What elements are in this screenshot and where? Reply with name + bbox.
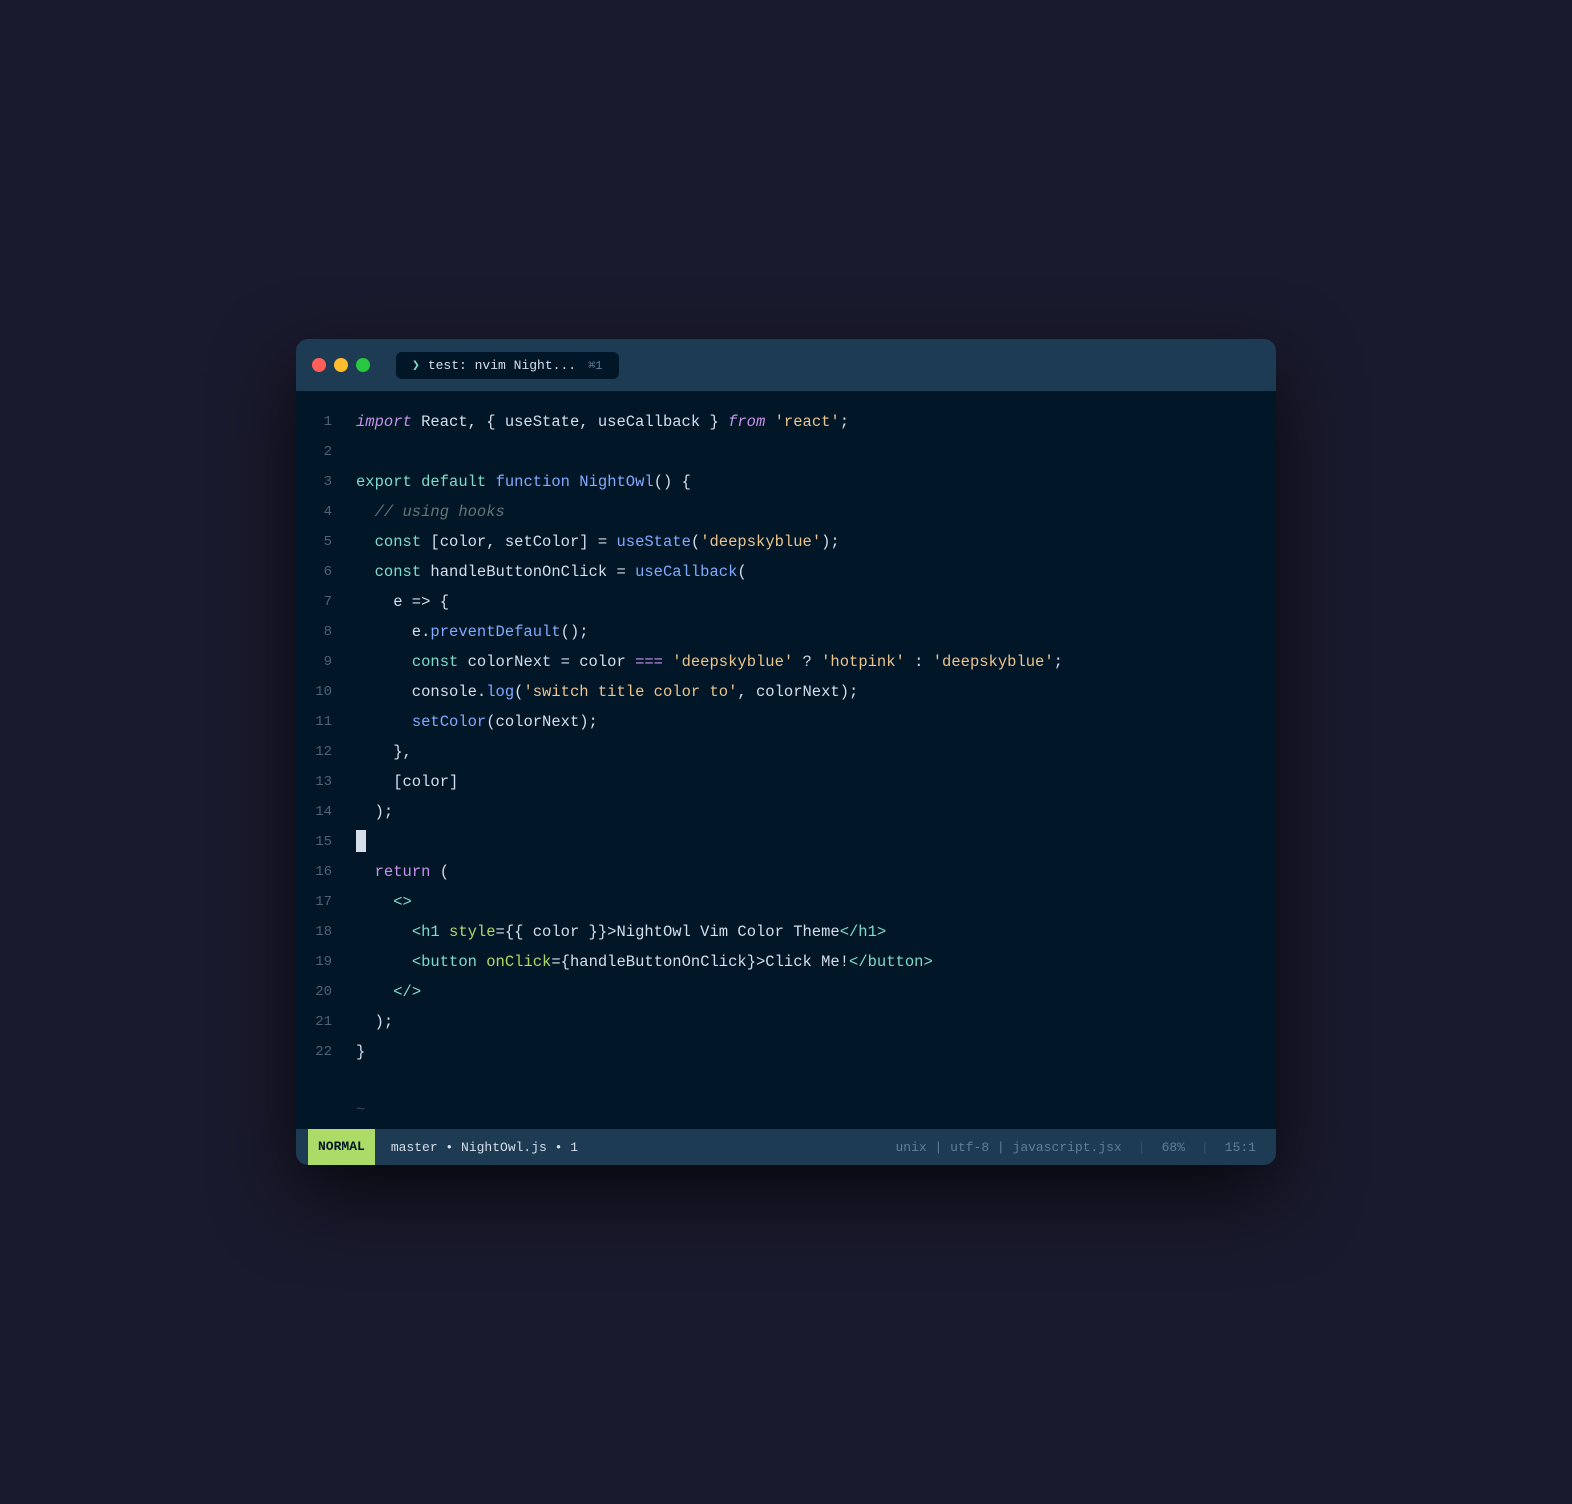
line-content: const colorNext = color === 'deepskyblue…	[356, 647, 1276, 677]
code-line: 13 [color]	[296, 767, 1276, 797]
line-number: 21	[296, 1007, 356, 1037]
editor-window: ❯ test: nvim Night... ⌘1 1import React, …	[296, 339, 1276, 1165]
line-content: export default function NightOwl() {	[356, 467, 1276, 497]
close-button[interactable]	[312, 358, 326, 372]
code-line: 7 e => {	[296, 587, 1276, 617]
code-line: 15	[296, 827, 1276, 857]
code-line: 5 const [color, setColor] = useState('de…	[296, 527, 1276, 557]
status-mode: NORMAL	[308, 1129, 375, 1165]
minimize-button[interactable]	[334, 358, 348, 372]
status-zoom: 68%	[1154, 1140, 1193, 1155]
line-number: 6	[296, 557, 356, 587]
code-line: 4 // using hooks	[296, 497, 1276, 527]
code-line: 6 const handleButtonOnClick = useCallbac…	[296, 557, 1276, 587]
line-number: 14	[296, 797, 356, 827]
tab-title: test: nvim Night...	[428, 358, 576, 373]
status-position: 15:1	[1217, 1140, 1264, 1155]
code-line: 16 return (	[296, 857, 1276, 887]
line-number: 22	[296, 1037, 356, 1067]
line-content: <h1 style={{ color }}>NightOwl Vim Color…	[356, 917, 1276, 947]
line-number: 8	[296, 617, 356, 647]
statusbar: NORMAL master • NightOwl.js • 1 unix | u…	[296, 1129, 1276, 1165]
code-editor[interactable]: 1import React, { useState, useCallback }…	[296, 391, 1276, 1091]
line-number: 16	[296, 857, 356, 887]
line-number: 12	[296, 737, 356, 767]
line-content: console.log('switch title color to', col…	[356, 677, 1276, 707]
tab-shortcut: ⌘1	[588, 358, 602, 373]
line-content: <>	[356, 887, 1276, 917]
status-encoding: unix | utf-8 | javascript.jsx	[888, 1140, 1130, 1155]
line-content: <button onClick={handleButtonOnClick}>Cl…	[356, 947, 1276, 977]
line-number: 4	[296, 497, 356, 527]
code-line: 11 setColor(colorNext);	[296, 707, 1276, 737]
line-number: 1	[296, 407, 356, 437]
line-number: 5	[296, 527, 356, 557]
status-branch: master • NightOwl.js • 1	[375, 1140, 594, 1155]
code-line: 18 <h1 style={{ color }}>NightOwl Vim Co…	[296, 917, 1276, 947]
code-line: 14 );	[296, 797, 1276, 827]
terminal-icon: ❯	[412, 358, 420, 373]
line-number: 3	[296, 467, 356, 497]
tilde-section: ~	[296, 1091, 1276, 1129]
code-line: 17 <>	[296, 887, 1276, 917]
line-number: 7	[296, 587, 356, 617]
line-content: const [color, setColor] = useState('deep…	[356, 527, 1276, 557]
maximize-button[interactable]	[356, 358, 370, 372]
line-content: setColor(colorNext);	[356, 707, 1276, 737]
line-content: [color]	[356, 767, 1276, 797]
line-content	[356, 437, 1276, 467]
code-line: 9 const colorNext = color === 'deepskybl…	[296, 647, 1276, 677]
line-number: 10	[296, 677, 356, 707]
code-line: 19 <button onClick={handleButtonOnClick}…	[296, 947, 1276, 977]
code-line: 20 </>	[296, 977, 1276, 1007]
status-right: unix | utf-8 | javascript.jsx | 68% | 15…	[888, 1140, 1265, 1155]
line-content: );	[356, 797, 1276, 827]
code-line: 3export default function NightOwl() {	[296, 467, 1276, 497]
line-content: const handleButtonOnClick = useCallback(	[356, 557, 1276, 587]
line-content: import React, { useState, useCallback } …	[356, 407, 1276, 437]
titlebar: ❯ test: nvim Night... ⌘1	[296, 339, 1276, 391]
line-number: 13	[296, 767, 356, 797]
line-content: </>	[356, 977, 1276, 1007]
line-number: 20	[296, 977, 356, 1007]
code-line: 10 console.log('switch title color to', …	[296, 677, 1276, 707]
code-line: 8 e.preventDefault();	[296, 617, 1276, 647]
line-number: 18	[296, 917, 356, 947]
code-line: 12 },	[296, 737, 1276, 767]
line-content: // using hooks	[356, 497, 1276, 527]
line-number: 17	[296, 887, 356, 917]
code-line: 22}	[296, 1037, 1276, 1067]
code-line: 21 );	[296, 1007, 1276, 1037]
cursor	[356, 830, 366, 852]
line-number: 2	[296, 437, 356, 467]
line-number: 9	[296, 647, 356, 677]
line-number: 15	[296, 827, 356, 857]
line-number: 19	[296, 947, 356, 977]
line-content: );	[356, 1007, 1276, 1037]
line-content: },	[356, 737, 1276, 767]
line-number: 11	[296, 707, 356, 737]
line-content: e.preventDefault();	[356, 617, 1276, 647]
line-content	[356, 827, 1276, 857]
line-content: return (	[356, 857, 1276, 887]
line-content: e => {	[356, 587, 1276, 617]
traffic-lights	[312, 358, 370, 372]
code-line: 1import React, { useState, useCallback }…	[296, 407, 1276, 437]
editor-tab[interactable]: ❯ test: nvim Night... ⌘1	[396, 352, 619, 379]
code-line: 2	[296, 437, 1276, 467]
line-content: }	[356, 1037, 1276, 1067]
